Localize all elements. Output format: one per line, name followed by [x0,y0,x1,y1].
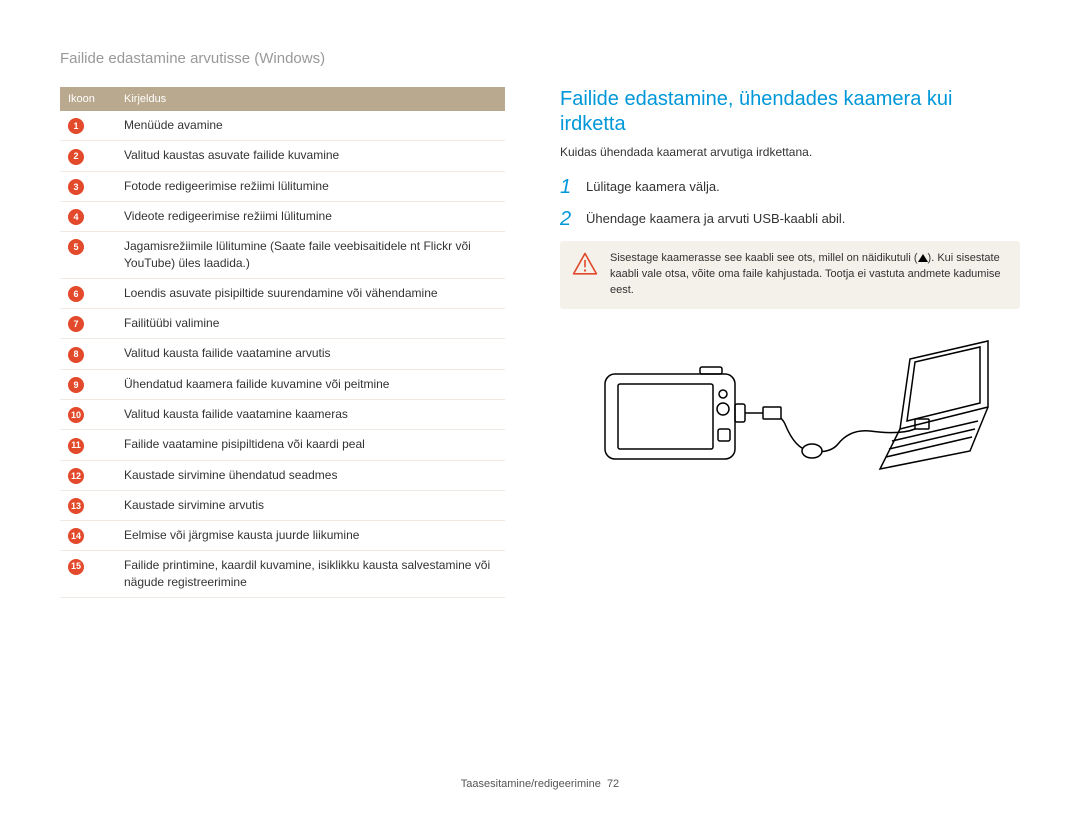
desc-cell: Failide vaatamine pisipiltidena või kaar… [116,430,505,460]
table-row: 12 Kaustade sirvimine ühendatud seadmes [60,460,505,490]
camera-laptop-illustration [560,329,1020,509]
icon-cell: 15 [60,551,116,598]
warning-text-pre: Sisestage kaamerasse see kaabli see ots,… [610,252,918,264]
col-header-icon: Ikoon [60,87,116,111]
table-row: 3 Fotode redigeerimise režiimi lülitumine [60,171,505,201]
table-row: 6 Loendis asuvate pisipiltide suurendamin… [60,278,505,308]
numbered-circle-icon: 5 [68,239,84,255]
icon-cell: 9 [60,369,116,399]
numbered-circle-icon: 8 [68,347,84,363]
desc-cell: Kaustade sirvimine arvutis [116,490,505,520]
icon-cell: 6 [60,278,116,308]
step-text: Ühendage kaamera ja arvuti USB-kaabli ab… [586,209,845,229]
numbered-circle-icon: 4 [68,209,84,225]
desc-cell: Failitüübi valimine [116,309,505,339]
numbered-circle-icon: 1 [68,118,84,134]
icon-cell: 8 [60,339,116,369]
desc-cell: Valitud kausta failide vaatamine kaamera… [116,399,505,429]
step-number: 1 [560,177,586,197]
section-heading: Failide edastamine, ühendades kaamera ku… [560,87,1020,137]
step-number: 2 [560,209,586,229]
numbered-circle-icon: 2 [68,149,84,165]
table-row: 15 Failide printimine, kaardil kuvamine, … [60,551,505,598]
step-text: Lülitage kaamera välja. [586,177,720,197]
numbered-circle-icon: 7 [68,316,84,332]
icon-cell: 10 [60,399,116,429]
desc-cell: Valitud kausta failide vaatamine arvutis [116,339,505,369]
icon-cell: 14 [60,521,116,551]
numbered-circle-icon: 6 [68,286,84,302]
icon-cell: 1 [60,111,116,141]
table-row: 8 Valitud kausta failide vaatamine arvuti… [60,339,505,369]
desc-cell: Ühendatud kaamera failide kuvamine või p… [116,369,505,399]
icon-cell: 4 [60,201,116,231]
warning-icon [572,251,598,277]
numbered-circle-icon: 13 [68,498,84,514]
table-row: 14 Eelmise või järgmise kausta juurde lii… [60,521,505,551]
table-row: 5 Jagamisrežiimile lülitumine (Saate fail… [60,232,505,279]
icon-cell: 5 [60,232,116,279]
icon-cell: 3 [60,171,116,201]
section-intro: Kuidas ühendada kaamerat arvutiga irdket… [560,145,1020,159]
desc-cell: Kaustade sirvimine ühendatud seadmes [116,460,505,490]
desc-cell: Eelmise või järgmise kausta juurde liiku… [116,521,505,551]
step: 1Lülitage kaamera välja. [560,177,1020,197]
col-header-desc: Kirjeldus [116,87,505,111]
desc-cell: Jagamisrežiimile lülitumine (Saate faile… [116,232,505,279]
icon-cell: 12 [60,460,116,490]
table-row: 9 Ühendatud kaamera failide kuvamine või … [60,369,505,399]
footer-page-number: 72 [607,778,619,790]
desc-cell: Fotode redigeerimise režiimi lülitumine [116,171,505,201]
table-row: 10 Valitud kausta failide vaatamine kaame… [60,399,505,429]
page-section-title: Failide edastamine arvutisse (Windows) [60,50,1020,67]
table-row: 2 Valitud kaustas asuvate failide kuvamin… [60,141,505,171]
up-arrow-icon [918,254,928,262]
numbered-circle-icon: 15 [68,559,84,575]
table-row: 7 Failitüübi valimine [60,309,505,339]
numbered-circle-icon: 9 [68,377,84,393]
icon-cell: 7 [60,309,116,339]
table-row: 1 Menüüde avamine [60,111,505,141]
page-footer: Taasesitamine/redigeerimine 72 [0,778,1080,790]
desc-cell: Valitud kaustas asuvate failide kuvamine [116,141,505,171]
numbered-circle-icon: 14 [68,528,84,544]
numbered-circle-icon: 3 [68,179,84,195]
table-row: 4 Videote redigeerimise režiimi lülitumin… [60,201,505,231]
table-row: 13 Kaustade sirvimine arvutis [60,490,505,520]
numbered-circle-icon: 12 [68,468,84,484]
warning-box: Sisestage kaamerasse see kaabli see ots,… [560,241,1020,309]
step: 2Ühendage kaamera ja arvuti USB-kaabli a… [560,209,1020,229]
numbered-circle-icon: 11 [68,438,84,454]
desc-cell: Loendis asuvate pisipiltide suurendamine… [116,278,505,308]
desc-cell: Failide printimine, kaardil kuvamine, is… [116,551,505,598]
desc-cell: Videote redigeerimise režiimi lülitumine [116,201,505,231]
icon-cell: 13 [60,490,116,520]
footer-label: Taasesitamine/redigeerimine [461,778,601,790]
table-row: 11 Failide vaatamine pisipiltidena või ka… [60,430,505,460]
desc-cell: Menüüde avamine [116,111,505,141]
icon-cell: 2 [60,141,116,171]
icon-description-table: Ikoon Kirjeldus 1 Menüüde avamine 2 Valitud… [60,87,505,598]
numbered-circle-icon: 10 [68,407,84,423]
icon-cell: 11 [60,430,116,460]
